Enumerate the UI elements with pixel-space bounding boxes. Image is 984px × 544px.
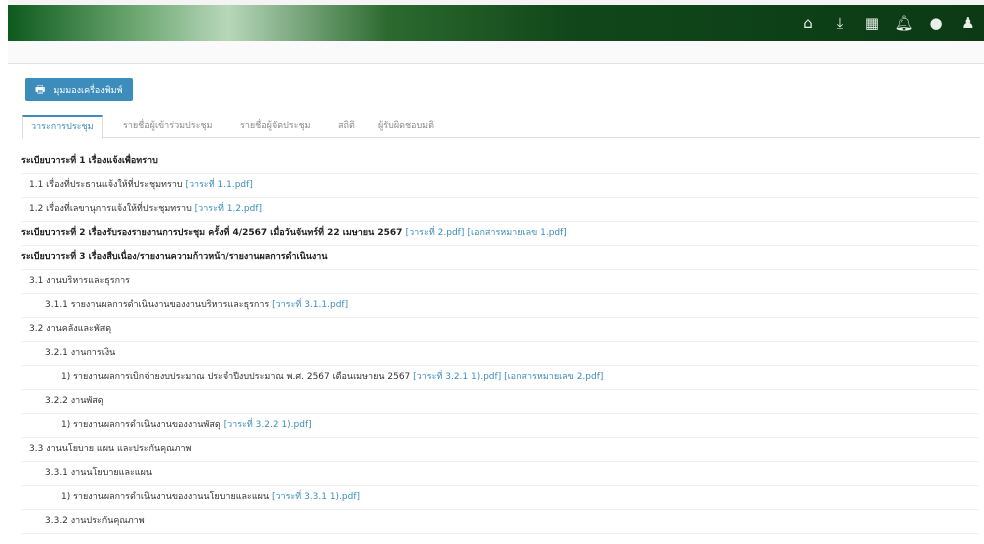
agenda-attachment-link[interactable]: [วาระที่ 3.2.2 1).pdf] <box>224 420 312 430</box>
agenda-attachment-link[interactable]: [วาระที่ 3.2.1 1).pdf] <box>413 372 501 382</box>
agenda-item-text: 3.2.1 งานการเงิน <box>45 348 116 358</box>
agenda-item-text: 3.2 งานคลังและพัสดุ <box>29 324 112 334</box>
tab-attendees[interactable]: รายชื่อผู้เข้าร่วมประชุม <box>123 115 212 137</box>
agenda-item-text: 3.1.1 รายงานผลการดำเนินงานของงานบริหารแล… <box>45 300 270 310</box>
agenda-row: 1.1 เรื่องที่ประธานแจ้งให้ที่ประชุมทราบ … <box>21 174 979 198</box>
agenda-row: 3.3 งานนโยบาย แผน และประกันคุณภาพ <box>21 438 979 462</box>
tab-organizers[interactable]: รายชื่อผู้จัดประชุม <box>240 115 311 137</box>
agenda-row: 1) รายงานผลการเบิกจ่ายงบประมาณ ประจำปีงบ… <box>21 366 979 390</box>
agenda-item-text: 1.1 เรื่องที่ประธานแจ้งให้ที่ประชุมทราบ <box>29 180 183 190</box>
user-icon[interactable]: ♟ <box>952 5 984 41</box>
agenda-item-text: 3.3 งานนโยบาย แผน และประกันคุณภาพ <box>29 444 192 454</box>
agenda-attachment-link[interactable]: [วาระที่ 1.1.pdf] <box>185 180 252 190</box>
agenda-attachment-link[interactable]: [เอกสารหมายเลข 1.pdf] <box>467 228 566 238</box>
calendar-icon[interactable]: ▦ <box>856 5 888 41</box>
agenda-attachment-link[interactable]: [เอกสารหมายเลข 2.pdf] <box>504 372 603 382</box>
agenda-item-text: 3.1 งานบริหารและธุรการ <box>29 276 130 286</box>
agenda-row: 3.2 งานคลังและพัสดุ <box>21 318 979 342</box>
agenda-row: 1) รายงานผลการดำเนินงานของงานนโยบายและแผ… <box>21 486 979 510</box>
agenda-item-text: ระเบียบวาระที่ 3 เรื่องสืบเนื่อง/รายงานค… <box>21 252 328 262</box>
agenda-item-text: 3.3.1 งานนโยบายและแผน <box>45 468 153 478</box>
sub-header-bar <box>8 41 984 64</box>
agenda-row: 3.3.1 งานนโยบายและแผน <box>21 462 979 486</box>
agenda-item-text: ระเบียบวาระที่ 1 เรื่องแจ้งเพื่อทราบ <box>21 156 158 166</box>
agenda-row: 3.1.1 รายงานผลการดำเนินงานของงานบริหารแล… <box>21 294 979 318</box>
tab-bar: วาระการประชุม รายชื่อผู้เข้าร่วมประชุม ร… <box>22 115 980 139</box>
agenda-attachment-link[interactable]: [วาระที่ 1.2.pdf] <box>195 204 262 214</box>
agenda-row: 3.3.2 งานประกันคุณภาพ <box>21 510 979 534</box>
agenda-item-text: ระเบียบวาระที่ 2 เรื่องรับรองรายงานการปร… <box>21 228 403 238</box>
agenda-attachment-link[interactable]: [วาระที่ 3.1.1.pdf] <box>272 300 348 310</box>
tab-statistics[interactable]: สถิติ <box>338 115 355 137</box>
agenda-row: ระเบียบวาระที่ 3 เรื่องสืบเนื่อง/รายงานค… <box>21 246 979 270</box>
agenda-attachment-link[interactable]: [วาระที่ 3.3.1 1).pdf] <box>272 492 360 502</box>
download-icon[interactable]: ⤓ <box>824 5 856 41</box>
agenda-row: ระเบียบวาระที่ 1 เรื่องแจ้งเพื่อทราบ <box>21 150 979 174</box>
agenda-item-text: 1) รายงานผลการดำเนินงานของงานพัสดุ <box>61 420 221 430</box>
tab-agenda[interactable]: วาระการประชุม <box>22 115 103 139</box>
agenda-item-text: 1) รายงานผลการดำเนินงานของงานนโยบายและแผ… <box>61 492 270 502</box>
agenda-list: ระเบียบวาระที่ 1 เรื่องแจ้งเพื่อทราบ 1.1 … <box>21 150 979 534</box>
top-navbar: ⌂ ⤓ ▦ 🔔︎ ● ♟ <box>8 5 984 41</box>
printer-view-button[interactable]: 🖶︎ มุมมองเครื่องพิมพ์ <box>25 78 133 101</box>
agenda-row: 3.2.1 งานการเงิน <box>21 342 979 366</box>
print-icon: 🖶︎ <box>35 83 46 96</box>
agenda-item-text: 3.3.2 งานประกันคุณภาพ <box>45 516 145 526</box>
agenda-row: 3.1 งานบริหารและธุรการ <box>21 270 979 294</box>
printer-view-label: มุมมองเครื่องพิมพ์ <box>53 86 123 96</box>
agenda-row: 3.2.2 งานพัสดุ <box>21 390 979 414</box>
chat-icon[interactable]: ● <box>920 5 952 41</box>
agenda-item-text: 3.2.2 งานพัสดุ <box>45 396 104 406</box>
left-edge <box>0 0 8 544</box>
top-icon-group: ⌂ ⤓ ▦ 🔔︎ ● ♟ <box>792 5 984 41</box>
agenda-row: 1.2 เรื่องที่เลขานุการแจ้งให้ที่ประชุมทร… <box>21 198 979 222</box>
agenda-attachment-link[interactable]: [วาระที่ 2.pdf] <box>406 228 465 238</box>
agenda-row: ระเบียบวาระที่ 2 เรื่องรับรองรายงานการปร… <box>21 222 979 246</box>
bell-icon[interactable]: 🔔︎ <box>888 5 920 41</box>
tab-resolution-owners[interactable]: ผู้รับผิดชอบมติ <box>378 115 434 137</box>
agenda-item-text: 1) รายงานผลการเบิกจ่ายงบประมาณ ประจำปีงบ… <box>61 372 411 382</box>
main-content: 🖶︎ มุมมองเครื่องพิมพ์ วาระการประชุม รายชื… <box>8 64 984 544</box>
home-icon[interactable]: ⌂ <box>792 5 824 41</box>
agenda-row: 1) รายงานผลการดำเนินงานของงานพัสดุ [วาระ… <box>21 414 979 438</box>
agenda-item-text: 1.2 เรื่องที่เลขานุการแจ้งให้ที่ประชุมทร… <box>29 204 192 214</box>
